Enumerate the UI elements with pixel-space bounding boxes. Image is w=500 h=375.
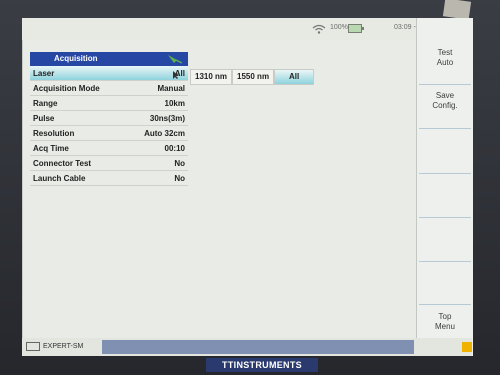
pointer-cursor-icon xyxy=(173,71,179,79)
battery-icon xyxy=(348,24,364,33)
row-value: Auto 32cm xyxy=(144,129,185,138)
test-auto-line2: Auto xyxy=(436,58,454,67)
acquisition-table: Acquisition Laser All Acquisition Mode M… xyxy=(30,52,188,186)
row-range[interactable]: Range 10km xyxy=(30,96,188,111)
top-menu-line2: Menu xyxy=(434,322,455,331)
row-launch-cable[interactable]: Launch Cable No xyxy=(30,171,188,186)
status-bar: 100% 03:09 - 03/01/2000 xyxy=(22,18,453,40)
row-value: 30ns(3m) xyxy=(149,114,185,123)
row-acquisition-mode[interactable]: Acquisition Mode Manual xyxy=(30,81,188,96)
battery-percent: 100% xyxy=(330,24,348,31)
row-label: Pulse xyxy=(33,114,55,123)
row-connector-test[interactable]: Connector Test No xyxy=(30,156,188,171)
progress-bar xyxy=(102,340,414,354)
bottom-status-bar: EXPERT-SM xyxy=(22,338,472,356)
row-value: 00:10 xyxy=(164,144,185,153)
save-config-button[interactable]: Save Config. xyxy=(417,91,473,111)
row-value: No xyxy=(174,159,185,168)
row-laser[interactable]: Laser All xyxy=(30,66,188,81)
corner-indicator-icon xyxy=(462,342,472,352)
test-auto-button[interactable]: Test Auto xyxy=(417,48,473,68)
down-arrow-icon xyxy=(168,55,183,64)
row-label: Launch Cable xyxy=(33,174,86,183)
laser-option-1550[interactable]: 1550 nm xyxy=(232,69,275,85)
tape-strip xyxy=(442,0,472,20)
acquisition-title: Acquisition xyxy=(54,54,98,63)
row-label: Acquisition Mode xyxy=(33,84,100,93)
softkey-divider xyxy=(419,128,471,129)
top-menu-button[interactable]: Top Menu xyxy=(417,312,473,332)
row-label: Connector Test xyxy=(33,159,92,168)
top-menu-line1: Top xyxy=(438,312,452,321)
laser-options: 1310 nm 1550 nm All xyxy=(190,69,315,85)
brand-label: TTINSTRUMENTS xyxy=(206,358,318,372)
row-label: Laser xyxy=(33,69,55,78)
softkey-divider xyxy=(419,173,471,174)
softkey-divider xyxy=(419,304,471,305)
row-resolution[interactable]: Resolution Auto 32cm xyxy=(30,126,188,141)
acquisition-header: Acquisition xyxy=(30,52,188,66)
laser-option-1310[interactable]: 1310 nm xyxy=(190,69,233,85)
right-softkey-panel: Test Auto Save Config. Top Menu xyxy=(416,18,473,356)
row-label: Range xyxy=(33,99,58,108)
row-value: No xyxy=(174,174,185,183)
softkey-divider xyxy=(419,261,471,262)
row-pulse[interactable]: Pulse 30ns(3m) xyxy=(30,111,188,126)
row-label: Acq Time xyxy=(33,144,69,153)
softkey-divider xyxy=(419,84,471,85)
row-value: Manual xyxy=(157,84,185,93)
device-screen: 100% 03:09 - 03/01/2000 Acquisition Lase… xyxy=(22,18,473,356)
mode-label: EXPERT-SM xyxy=(43,343,84,350)
wifi-icon xyxy=(312,24,326,34)
row-value: 10km xyxy=(164,99,185,108)
row-acq-time[interactable]: Acq Time 00:10 xyxy=(30,141,188,156)
mode-indicator: EXPERT-SM xyxy=(26,342,83,351)
row-label: Resolution xyxy=(33,129,75,138)
save-config-line2: Config. xyxy=(432,101,458,110)
laser-option-all[interactable]: All xyxy=(274,69,315,85)
mode-icon xyxy=(26,342,40,351)
softkey-divider xyxy=(419,217,471,218)
save-config-line1: Save xyxy=(435,91,455,100)
test-auto-line1: Test xyxy=(437,48,453,57)
